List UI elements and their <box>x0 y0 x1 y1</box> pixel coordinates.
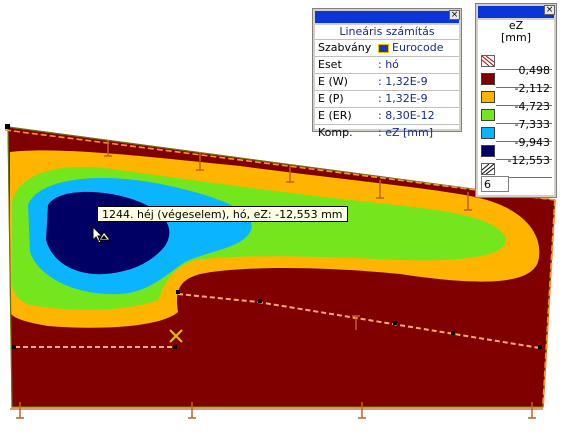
calc-panel-header: Lineáris számítás <box>315 25 459 40</box>
node <box>5 124 10 129</box>
legend-title: eZ [mm] <box>478 20 554 44</box>
calc-row-key: Eset <box>318 58 342 71</box>
calc-row-value: : 1,32E-9 <box>378 92 428 105</box>
element-tooltip: 1244. héj (végeselem), hó, eZ: -12,553 m… <box>97 206 348 222</box>
calc-row-standard: Szabvány Eurocode <box>315 40 459 57</box>
node <box>176 290 180 294</box>
calc-row-eer: E (ER) : 8,30E-12 <box>315 108 459 125</box>
calc-row-key: Komp. <box>318 126 353 139</box>
color-legend-panel[interactable]: × eZ [mm] 0,498 -2,112 -4,723 -7,333 -9,… <box>475 3 557 198</box>
eu-flag-icon <box>378 43 389 53</box>
node <box>538 345 542 349</box>
close-icon[interactable]: × <box>544 5 555 15</box>
node <box>451 331 455 335</box>
calc-row-value: : hó <box>378 58 399 71</box>
legend-row-below <box>478 162 554 176</box>
hatch-below-icon <box>481 163 495 175</box>
calc-row-key: E (W) <box>318 75 348 88</box>
calc-info-panel[interactable]: × Lineáris számítás Szabvány Eurocode Es… <box>312 8 462 139</box>
calc-row-key: E (ER) <box>318 109 352 122</box>
calc-row-comp: Komp. : eZ [mm] <box>315 125 459 141</box>
calc-row-value: Eurocode <box>378 40 443 56</box>
close-icon[interactable]: × <box>449 10 460 20</box>
standard-value: Eurocode <box>392 41 444 54</box>
calc-panel-body: Lineáris számítás Szabvány Eurocode Eset… <box>315 25 459 139</box>
node <box>258 299 262 303</box>
calc-panel-titlebar[interactable] <box>315 11 459 23</box>
calc-row-ew: E (W) : 1,32E-9 <box>315 74 459 91</box>
node <box>173 345 177 349</box>
calc-row-case: Eset : hó <box>315 57 459 74</box>
node <box>12 345 16 349</box>
calc-row-value: : 1,32E-9 <box>378 75 428 88</box>
calc-row-ep: E (P) : 1,32E-9 <box>315 91 459 108</box>
calc-row-value: : eZ [mm] <box>378 126 434 139</box>
calc-row-key: Szabvány <box>318 41 372 54</box>
legend-panel-titlebar[interactable] <box>478 6 554 18</box>
calc-row-value: : 8,30E-12 <box>378 109 435 122</box>
contour-levels-input[interactable]: 6 <box>481 176 509 192</box>
legend-unit: [mm] <box>500 31 531 44</box>
legend-body: eZ [mm] 0,498 -2,112 -4,723 -7,333 -9,94… <box>478 20 554 195</box>
node <box>393 321 397 325</box>
calc-row-key: E (P) <box>318 92 344 105</box>
